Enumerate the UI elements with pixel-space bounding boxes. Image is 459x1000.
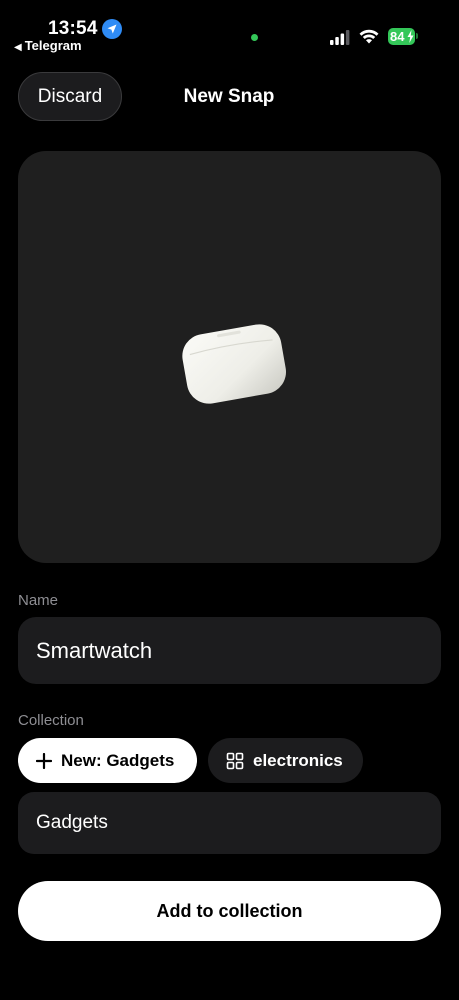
battery-cap: [416, 33, 418, 39]
location-arrow-icon: [102, 19, 122, 39]
collection-input[interactable]: Gadgets: [18, 792, 441, 854]
privacy-indicator-dot: [251, 34, 258, 41]
battery-indicator: 84: [388, 28, 415, 45]
collection-chip-label: electronics: [253, 750, 343, 770]
screen: 13:54 ◀ Telegram 84 Discard New Snap Nam…: [0, 0, 459, 1000]
back-triangle-icon: ◀: [14, 42, 22, 53]
new-collection-chip[interactable]: New: Gadgets: [18, 738, 197, 783]
collection-chip-electronics[interactable]: electronics: [208, 738, 363, 783]
name-label: Name: [18, 592, 59, 609]
charging-bolt-icon: [407, 30, 414, 43]
plus-icon: [36, 752, 52, 769]
collection-label: Collection: [18, 712, 84, 729]
wifi-icon: [359, 29, 379, 44]
cellular-signal-icon: [330, 30, 350, 45]
status-bar: 13:54 ◀ Telegram 84: [0, 0, 459, 58]
grid-icon: [226, 752, 244, 769]
new-collection-chip-label: New: Gadgets: [61, 750, 175, 770]
page-title: New Snap: [183, 86, 275, 107]
discard-button[interactable]: Discard: [18, 72, 122, 121]
back-to-app-link[interactable]: ◀ Telegram: [14, 38, 82, 53]
back-app-label: Telegram: [24, 38, 82, 53]
name-input[interactable]: Smartwatch: [18, 617, 441, 684]
battery-level: 84: [390, 29, 405, 44]
status-time: 13:54: [48, 18, 98, 39]
earbuds-case-image: [182, 324, 287, 404]
add-to-collection-button[interactable]: Add to collection: [18, 881, 441, 941]
snap-photo: [18, 151, 441, 563]
